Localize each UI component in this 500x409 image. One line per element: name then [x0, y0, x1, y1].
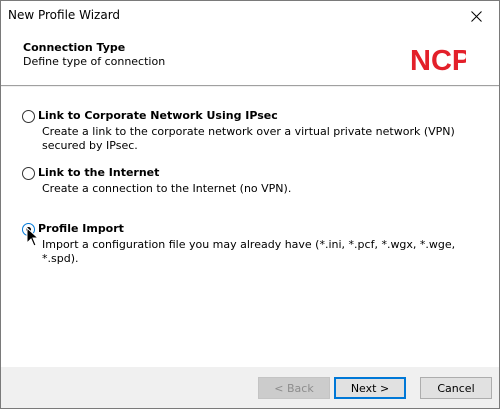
- cancel-button[interactable]: Cancel: [420, 377, 492, 399]
- radio-ipsec[interactable]: [22, 110, 35, 123]
- options-panel: Link to Corporate Network Using IPsec Cr…: [1, 87, 499, 367]
- option-ipsec-label: Link to Corporate Network Using IPsec: [38, 109, 278, 122]
- back-button[interactable]: < Back: [258, 377, 330, 399]
- logo-text: NCP: [410, 45, 466, 73]
- title-bar[interactable]: New Profile Wizard: [1, 1, 499, 31]
- close-button[interactable]: [453, 1, 499, 31]
- button-bar: < Back Next > Cancel: [1, 367, 499, 408]
- mouse-cursor-icon: [26, 227, 40, 247]
- next-button[interactable]: Next >: [334, 377, 406, 399]
- option-profile-import-label: Profile Import: [38, 222, 124, 235]
- option-ipsec-description: Create a link to the corporate network o…: [42, 125, 455, 152]
- option-internet-label: Link to the Internet: [38, 166, 160, 179]
- ncp-logo: NCP: [410, 45, 466, 73]
- option-profile-import-description: Import a configuration file you may alre…: [42, 238, 456, 265]
- page-title: Connection Type: [23, 41, 126, 54]
- wizard-header: Connection Type Define type of connectio…: [1, 31, 499, 86]
- radio-internet[interactable]: [22, 167, 35, 180]
- window-title: New Profile Wizard: [8, 8, 121, 22]
- wizard-window: New Profile Wizard Connection Type Defin…: [0, 0, 500, 409]
- option-internet-description: Create a connection to the Internet (no …: [42, 182, 292, 195]
- close-icon: [470, 10, 482, 22]
- page-subtitle: Define type of connection: [23, 55, 166, 68]
